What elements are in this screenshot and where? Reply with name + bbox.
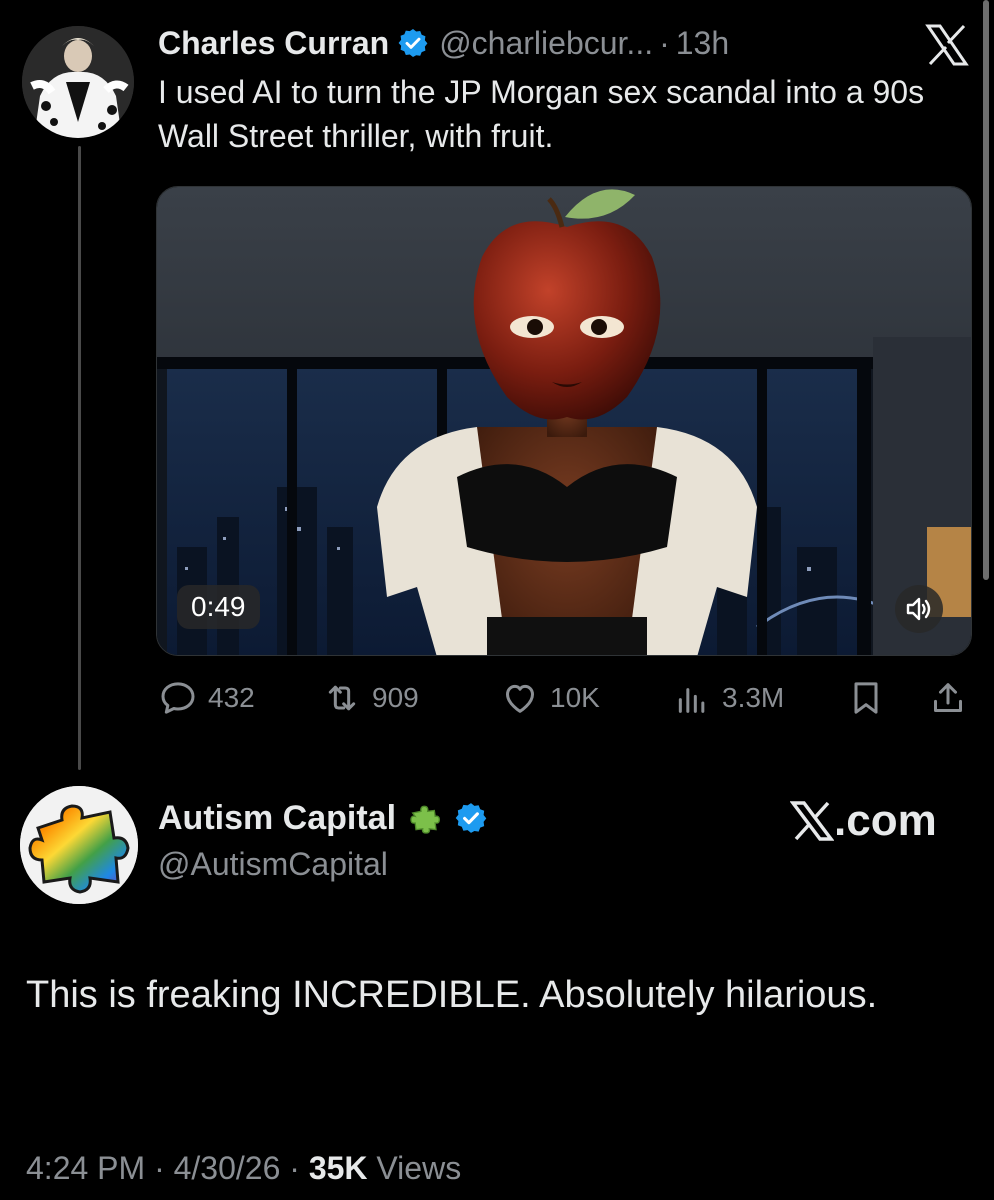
repost-icon bbox=[328, 685, 356, 711]
volume-button[interactable] bbox=[895, 585, 943, 633]
x-logo-icon[interactable] bbox=[924, 22, 970, 68]
verified-badge-icon bbox=[398, 29, 428, 57]
reply-text: This is freaking INCREDIBLE. Absolutely … bbox=[26, 974, 878, 1016]
volume-icon bbox=[906, 597, 931, 621]
repost-count: 909 bbox=[372, 682, 419, 713]
x-logo-icon bbox=[790, 801, 834, 841]
reply-header: Autism Capital bbox=[158, 798, 488, 838]
video-duration: 0:49 bbox=[177, 585, 260, 629]
bookmark-icon bbox=[854, 682, 878, 714]
avatar[interactable] bbox=[20, 786, 138, 904]
separator: · bbox=[154, 1150, 165, 1186]
author-handle[interactable]: @AutismCapital bbox=[158, 846, 388, 883]
reply-icon bbox=[161, 682, 195, 714]
video-thumbnail bbox=[157, 187, 971, 655]
views-label: Views bbox=[376, 1150, 462, 1186]
post-date[interactable]: 4/30/26 bbox=[174, 1150, 281, 1186]
views-count: 35K bbox=[308, 1150, 368, 1186]
separator: · bbox=[659, 24, 670, 61]
avatar[interactable] bbox=[22, 26, 134, 138]
brand-logo: .com bbox=[790, 796, 937, 846]
like-icon bbox=[506, 684, 534, 713]
author-name[interactable]: Autism Capital bbox=[158, 799, 396, 838]
verified-badge-icon bbox=[455, 803, 487, 833]
brand-domain: .com bbox=[834, 796, 937, 845]
view-count: 3.3M bbox=[722, 682, 785, 713]
tweet-text: I used AI to turn the JP Morgan sex scan… bbox=[158, 74, 925, 154]
bookmark-button[interactable] bbox=[846, 678, 886, 718]
puzzle-icon bbox=[410, 805, 441, 834]
repost-button[interactable]: 909 bbox=[322, 678, 419, 718]
views-icon bbox=[678, 688, 705, 713]
scrollbar[interactable] bbox=[983, 0, 989, 580]
separator: · bbox=[289, 1150, 300, 1186]
author-name[interactable]: Charles Curran bbox=[158, 25, 389, 62]
video-player[interactable]: 0:49 bbox=[156, 186, 972, 656]
tweet-header: Charles Curran @charliebcur... · 13h bbox=[158, 22, 729, 64]
reply-count: 432 bbox=[208, 682, 255, 713]
post-meta: 4:24 PM · 4/30/26 · 35K Views bbox=[26, 1150, 461, 1187]
like-button[interactable]: 10K bbox=[500, 678, 600, 718]
timestamp[interactable]: 13h bbox=[676, 25, 729, 62]
like-count: 10K bbox=[550, 682, 600, 713]
views-button[interactable]: 3.3M bbox=[672, 678, 784, 718]
reply-button[interactable]: 432 bbox=[158, 678, 255, 718]
share-icon bbox=[934, 683, 962, 712]
post-time[interactable]: 4:24 PM bbox=[26, 1150, 145, 1186]
tweet-actions: 432 909 10K 3.3M bbox=[0, 676, 994, 720]
author-handle[interactable]: @charliebcur... bbox=[439, 25, 653, 62]
share-button[interactable] bbox=[928, 678, 968, 718]
